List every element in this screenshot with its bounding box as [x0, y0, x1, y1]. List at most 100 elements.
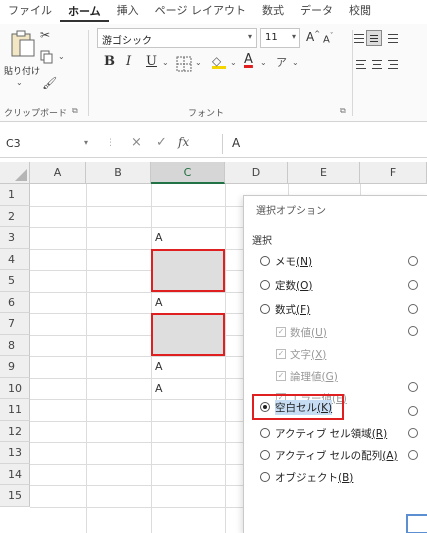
radio-icon[interactable]	[408, 382, 418, 392]
font-size-value: 11	[265, 32, 278, 43]
column-header-c[interactable]: C	[151, 162, 225, 184]
option-more-1-label: アクティブ セル領域(R)	[275, 427, 388, 440]
radio-icon[interactable]	[408, 280, 418, 290]
option-more-2[interactable]: アクティブ セルの配列(A)	[260, 446, 398, 464]
row-header-15[interactable]: 15	[0, 485, 30, 507]
radio-icon[interactable]	[260, 304, 270, 314]
clipboard-group-label: クリップボード	[4, 109, 68, 119]
decrease-font-icon[interactable]: Aˇ	[323, 32, 333, 45]
font-launcher-icon[interactable]: ⧉	[340, 106, 346, 116]
checkbox-icon[interactable]: ✓	[276, 371, 286, 381]
paste-dropdown-icon[interactable]: ⌄	[16, 78, 23, 87]
tab-review[interactable]: 校閲	[341, 0, 379, 22]
tab-page-layout[interactable]: ページ レイアウト	[147, 0, 254, 22]
cell-c3[interactable]: A	[155, 231, 163, 244]
radio-icon[interactable]	[260, 280, 270, 290]
row-header-6[interactable]: 6	[0, 291, 30, 313]
sub-option-3[interactable]: ✓ 論理値(G)	[276, 368, 338, 384]
underline-dropdown-icon[interactable]: ⌄	[162, 58, 169, 67]
checkbox-icon[interactable]: ✓	[276, 327, 286, 337]
borders-dropdown-icon[interactable]: ⌄	[195, 58, 202, 67]
option-2-label: 定数(O)	[275, 279, 313, 292]
font-color-dropdown-icon[interactable]: ⌄	[260, 58, 267, 67]
cell-c6[interactable]: A	[155, 296, 163, 309]
radio-icon[interactable]	[408, 450, 418, 460]
option-1[interactable]: メモ(N)	[260, 252, 312, 270]
insert-function-icon[interactable]: fx	[178, 135, 189, 149]
radio-icon[interactable]	[260, 450, 270, 460]
tab-formulas[interactable]: 数式	[254, 0, 292, 22]
radio-icon[interactable]	[408, 304, 418, 314]
radio-icon[interactable]	[408, 406, 418, 416]
phonetic-dropdown-icon[interactable]: ⌄	[292, 58, 299, 67]
fill-color-icon[interactable]: ◇	[212, 54, 226, 69]
row-header-5[interactable]: 5	[0, 270, 30, 292]
increase-font-icon[interactable]: A^	[306, 30, 320, 44]
cell-c10[interactable]: A	[155, 382, 163, 395]
formula-input[interactable]: A	[232, 136, 240, 150]
column-header-a[interactable]: A	[30, 162, 86, 184]
option-1-label: メモ(N)	[275, 255, 313, 268]
tab-data[interactable]: データ	[292, 0, 341, 22]
bold-button[interactable]: B	[104, 54, 115, 69]
enter-icon[interactable]: ✓	[156, 135, 167, 150]
row-header-2[interactable]: 2	[0, 205, 30, 227]
fill-dropdown-icon[interactable]: ⌄	[230, 58, 237, 67]
radio-icon[interactable]	[260, 428, 270, 438]
column-header-d[interactable]: D	[225, 162, 288, 184]
cut-icon[interactable]: ✂	[40, 28, 50, 42]
column-header-e[interactable]: E	[288, 162, 360, 184]
option-2[interactable]: 定数(O)	[260, 276, 312, 294]
sub-option-2[interactable]: ✓ 文字(X)	[276, 346, 326, 362]
font-group-label: フォント	[188, 109, 225, 119]
paste-button-label[interactable]: 貼り付け	[4, 64, 40, 77]
checkbox-icon[interactable]: ✓	[276, 349, 286, 359]
copy-dropdown-icon[interactable]: ⌄	[58, 52, 65, 61]
radio-icon[interactable]	[408, 428, 418, 438]
ok-button[interactable]	[406, 514, 427, 533]
tab-home[interactable]: ホーム	[60, 2, 109, 22]
row-header-13[interactable]: 13	[0, 442, 30, 464]
row-header-4[interactable]: 4	[0, 248, 30, 270]
italic-button[interactable]: I	[126, 54, 131, 69]
column-header-b[interactable]: B	[86, 162, 151, 184]
row-header-1[interactable]: 1	[0, 184, 30, 206]
row-header-14[interactable]: 14	[0, 463, 30, 485]
option-more-3[interactable]: オブジェクト(B)	[260, 468, 353, 486]
font-name-select[interactable]: 游ゴシック ▾	[97, 28, 257, 48]
copy-icon[interactable]	[40, 50, 54, 64]
name-box[interactable]: C3 ▾	[0, 134, 92, 154]
font-size-select[interactable]: 11 ▾	[260, 28, 300, 48]
cell-c9[interactable]: A	[155, 360, 163, 373]
align-middle-icon[interactable]	[366, 30, 382, 46]
radio-icon[interactable]	[408, 256, 418, 266]
row-header-11[interactable]: 11	[0, 399, 30, 421]
option-3-label: 数式(F)	[275, 303, 311, 316]
clipboard-launcher-icon[interactable]: ⧉	[72, 106, 78, 116]
radio-icon[interactable]	[260, 472, 270, 482]
font-color-icon[interactable]: A	[244, 52, 253, 67]
row-header-3[interactable]: 3	[0, 227, 30, 249]
radio-icon[interactable]	[260, 256, 270, 266]
option-3[interactable]: 数式(F)	[260, 300, 310, 318]
sub-option-1[interactable]: ✓ 数値(U)	[276, 324, 327, 340]
row-header-7[interactable]: 7	[0, 313, 30, 335]
radio-icon[interactable]	[408, 326, 418, 336]
row-header-10[interactable]: 10	[0, 377, 30, 399]
format-painter-icon[interactable]: 🖌	[42, 76, 57, 90]
formula-bar-grip-icon[interactable]: ⋮	[106, 138, 115, 148]
select-all-button[interactable]	[0, 162, 30, 184]
row-header-8[interactable]: 8	[0, 334, 30, 356]
borders-icon[interactable]	[176, 56, 192, 72]
column-gridline	[225, 184, 226, 533]
row-header-9[interactable]: 9	[0, 356, 30, 378]
phonetic-icon[interactable]: ア	[276, 54, 287, 70]
option-more-1[interactable]: アクティブ セル領域(R)	[260, 424, 387, 442]
column-header-f[interactable]: F	[360, 162, 427, 184]
row-header-12[interactable]: 12	[0, 420, 30, 442]
cancel-icon[interactable]: ×	[131, 135, 142, 150]
tab-insert[interactable]: 挿入	[109, 0, 147, 22]
underline-button[interactable]: U	[146, 54, 157, 69]
paste-icon[interactable]	[10, 30, 36, 58]
tab-file[interactable]: ファイル	[0, 0, 60, 22]
